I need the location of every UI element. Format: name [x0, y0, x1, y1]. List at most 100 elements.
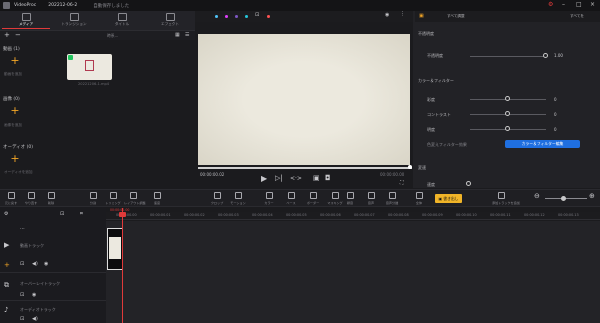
contrast-slider-knob[interactable] [505, 111, 510, 116]
motion-button[interactable]: モーション [229, 192, 247, 205]
settings-icon[interactable]: ⚙ [548, 1, 553, 8]
border-button[interactable]: ボーダー [304, 192, 322, 205]
track-menu-icon[interactable]: ⋯ [20, 226, 25, 232]
video-clip[interactable] [107, 228, 123, 270]
speed-slider-knob[interactable] [466, 181, 471, 186]
play-icon[interactable]: ▶ [261, 174, 267, 183]
overlay-track-body[interactable] [106, 273, 600, 301]
zoom-out-icon[interactable]: ⊖ [534, 192, 540, 200]
step-forward-icon[interactable]: ▷| [275, 174, 283, 182]
playhead[interactable] [122, 208, 123, 323]
fit-button[interactable]: 全体 [410, 192, 428, 205]
contrast-label: コントラスト [427, 112, 451, 117]
preview-scrubber[interactable] [198, 167, 412, 169]
list-view-icon[interactable]: ☰ [185, 32, 189, 38]
redo-button[interactable]: やり直す [22, 192, 40, 205]
sort-dropdown[interactable]: 時系... [107, 33, 118, 39]
crop-button[interactable]: クロップ [208, 192, 226, 205]
add-image-plus-icon[interactable]: + [10, 105, 20, 116]
tab-title[interactable]: タイトル [98, 13, 146, 29]
video-track-lock-icon[interactable]: ⊡ [20, 261, 24, 267]
saturation-slider-knob[interactable] [505, 96, 510, 101]
jump-icon[interactable]: <·> [290, 175, 302, 182]
undo-button[interactable]: 元に戻す [2, 192, 20, 205]
video-track-add-icon[interactable]: + [4, 261, 10, 269]
add-track-button[interactable]: 添加トラックを追加 [492, 192, 520, 205]
color-dot-5[interactable] [267, 15, 270, 18]
delete-button[interactable]: 削除 [42, 192, 60, 205]
subtitle-icon[interactable]: ◘ [325, 174, 331, 182]
color-dot-1[interactable] [215, 15, 218, 18]
overlay-track-eye-icon[interactable]: ◉ [32, 292, 36, 298]
audio-track-mute-icon[interactable]: ◀) [32, 316, 38, 322]
add-icon[interactable]: + [4, 31, 10, 40]
close-button[interactable]: × [590, 1, 595, 8]
opacity-slider-track[interactable] [470, 56, 546, 57]
minimize-button[interactable]: – [562, 1, 565, 8]
contrast-value[interactable]: 0 [554, 112, 557, 117]
snapshot-icon[interactable]: ▣ [313, 174, 320, 182]
thumbnail-caption: 20221206-1.mp4 [78, 82, 110, 86]
zoom-slider-knob[interactable] [561, 196, 566, 201]
image-section-title[interactable]: 画像 (0) [3, 96, 20, 102]
opacity-slider-knob[interactable] [543, 53, 548, 58]
color-dot-3[interactable] [235, 15, 238, 18]
base-button[interactable]: ベース [282, 192, 300, 205]
opacity-value[interactable]: 1.00 [554, 53, 563, 58]
split-button[interactable]: 分割 [84, 192, 102, 205]
mic-button[interactable]: 録音 [341, 192, 359, 205]
lock-icon[interactable]: ⊡ [255, 12, 259, 18]
color-dot-2[interactable] [225, 15, 228, 18]
trim-button[interactable]: トリミング [104, 192, 122, 205]
video-track-mute-icon[interactable]: ◀) [32, 261, 38, 267]
audio-track-body[interactable] [106, 301, 600, 323]
saturation-value[interactable]: 0 [554, 97, 557, 102]
add-video-plus-icon[interactable]: + [10, 55, 20, 66]
ruler-tick: 00:00:00.05 [286, 213, 307, 217]
video-track-eye-icon[interactable]: ◉ [44, 261, 48, 267]
more-icon[interactable]: ⋮ [400, 11, 405, 17]
adjust-icon[interactable]: ▣ [419, 13, 424, 19]
edit-color-filter-button[interactable]: カラー＆フィルター編集 [505, 140, 580, 148]
video-track-body[interactable] [106, 221, 600, 273]
opacity-section[interactable]: 不透明度 [418, 31, 434, 37]
timeline-ruler[interactable]: 00:00:00.00 00:00:00.01 00:00:00.02 00:0… [106, 212, 600, 220]
preview-canvas[interactable] [198, 34, 410, 165]
video-section-title[interactable]: 動画 (1) [3, 46, 20, 52]
media-thumbnail[interactable] [67, 54, 112, 80]
audio-track-lock-icon[interactable]: ⊡ [20, 316, 24, 322]
color-filter-section[interactable]: カラー＆フィルター [418, 78, 454, 84]
speed-button[interactable]: 速度 [148, 192, 166, 205]
project-name[interactable]: 202212-06-2 [48, 3, 77, 8]
zoom-in-icon[interactable]: ⊕ [589, 192, 595, 200]
eye-icon[interactable]: ◉ [385, 12, 389, 18]
zoom-slider-track[interactable] [545, 198, 587, 199]
timeline-snap-icon[interactable]: ⌗ [80, 211, 83, 217]
scrubber-knob[interactable] [408, 165, 412, 169]
audio-button[interactable]: 音声 [362, 192, 380, 205]
brightness-slider-knob[interactable] [505, 126, 510, 131]
color-dot-4[interactable] [245, 15, 248, 18]
audio-section-title[interactable]: オーディオ (0) [3, 144, 33, 150]
export-button[interactable]: ▣ 書き出し [435, 194, 462, 203]
timeline-lock-icon[interactable]: ⊡ [60, 211, 64, 217]
tab-media[interactable]: メディア [2, 13, 50, 29]
overlay-track-lock-icon[interactable]: ⊡ [20, 292, 24, 298]
tab-effect[interactable]: エフェクト [146, 13, 194, 29]
grid-view-icon[interactable]: ▦ [175, 32, 180, 38]
playhead-handle[interactable] [119, 212, 126, 217]
layout-button[interactable]: レイアウト調整 [124, 192, 146, 205]
tab-all-adjust[interactable]: すべて調整 [447, 14, 465, 19]
fullscreen-icon[interactable]: ⛶ [400, 180, 404, 186]
timeline-settings-icon[interactable]: ⚙ [4, 211, 8, 217]
maximize-button[interactable]: □ [576, 1, 582, 8]
tab-all[interactable]: すべてを [570, 14, 584, 19]
color-button[interactable]: カラー [260, 192, 278, 205]
remove-icon[interactable]: − [15, 31, 21, 40]
separate-button[interactable]: 音声分離 [383, 192, 401, 205]
speed-section[interactable]: 変速 [418, 165, 426, 171]
brightness-value[interactable]: 0 [554, 127, 557, 132]
motion-icon [234, 192, 242, 199]
add-audio-plus-icon[interactable]: + [10, 153, 20, 164]
tab-transition[interactable]: トランジション [50, 13, 98, 29]
